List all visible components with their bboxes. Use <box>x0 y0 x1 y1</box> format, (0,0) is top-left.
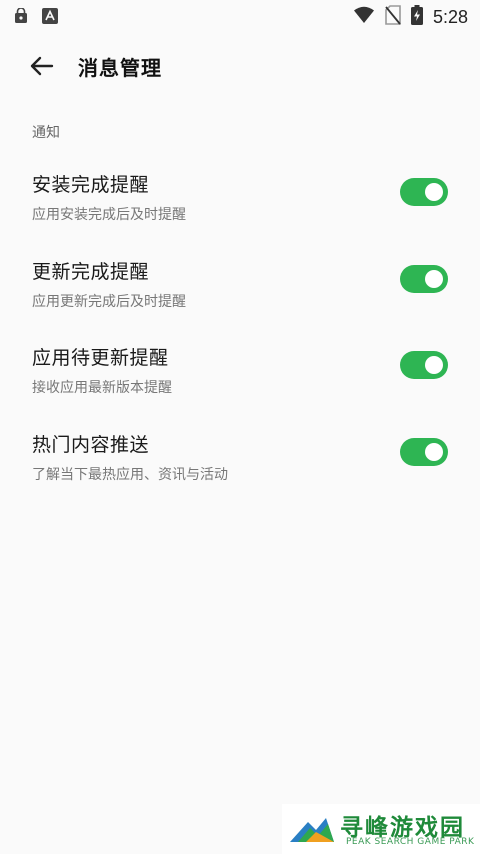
toggle-knob <box>425 356 443 374</box>
status-time: 5:28 <box>432 6 468 27</box>
pending-update-toggle[interactable] <box>400 351 448 379</box>
setting-row-hot-content[interactable]: 热门内容推送 了解当下最热应用、资讯与活动 <box>0 430 480 510</box>
page-title: 消息管理 <box>78 56 162 80</box>
toggle-knob <box>425 270 443 288</box>
setting-description: 了解当下最热应用、资讯与活动 <box>32 467 228 483</box>
toggle-knob <box>425 183 443 201</box>
mountain-logo-icon <box>290 818 334 842</box>
watermark: 寻峰游戏园 PEAK SEARCH GAME PARK <box>282 804 480 854</box>
wifi-icon <box>353 6 375 28</box>
setting-row-update-complete[interactable]: 更新完成提醒 应用更新完成后及时提醒 <box>0 257 480 337</box>
battery-charging-icon <box>410 5 423 29</box>
lock-app-icon <box>14 7 28 28</box>
install-complete-toggle[interactable] <box>400 178 448 206</box>
back-button[interactable] <box>28 52 56 80</box>
setting-row-pending-update[interactable]: 应用待更新提醒 接收应用最新版本提醒 <box>0 343 480 423</box>
setting-title: 应用待更新提醒 <box>32 347 169 369</box>
section-header-notifications: 通知 <box>32 125 60 141</box>
status-bar: 5:28 <box>0 0 480 34</box>
app-bar: 消息管理 <box>0 40 480 92</box>
setting-description: 应用安装完成后及时提醒 <box>32 207 186 223</box>
arrow-left-icon <box>30 56 54 76</box>
setting-description: 应用更新完成后及时提醒 <box>32 294 186 310</box>
watermark-subtitle: PEAK SEARCH GAME PARK <box>346 837 475 847</box>
hot-content-toggle[interactable] <box>400 438 448 466</box>
a-app-icon <box>42 8 58 28</box>
setting-description: 接收应用最新版本提醒 <box>32 380 172 396</box>
setting-title: 热门内容推送 <box>32 434 150 456</box>
setting-title: 更新完成提醒 <box>32 261 150 283</box>
update-complete-toggle[interactable] <box>400 265 448 293</box>
toggle-knob <box>425 443 443 461</box>
no-sim-icon <box>385 5 401 29</box>
setting-row-install-complete[interactable]: 安装完成提醒 应用安装完成后及时提醒 <box>0 170 480 250</box>
setting-title: 安装完成提醒 <box>32 174 150 196</box>
